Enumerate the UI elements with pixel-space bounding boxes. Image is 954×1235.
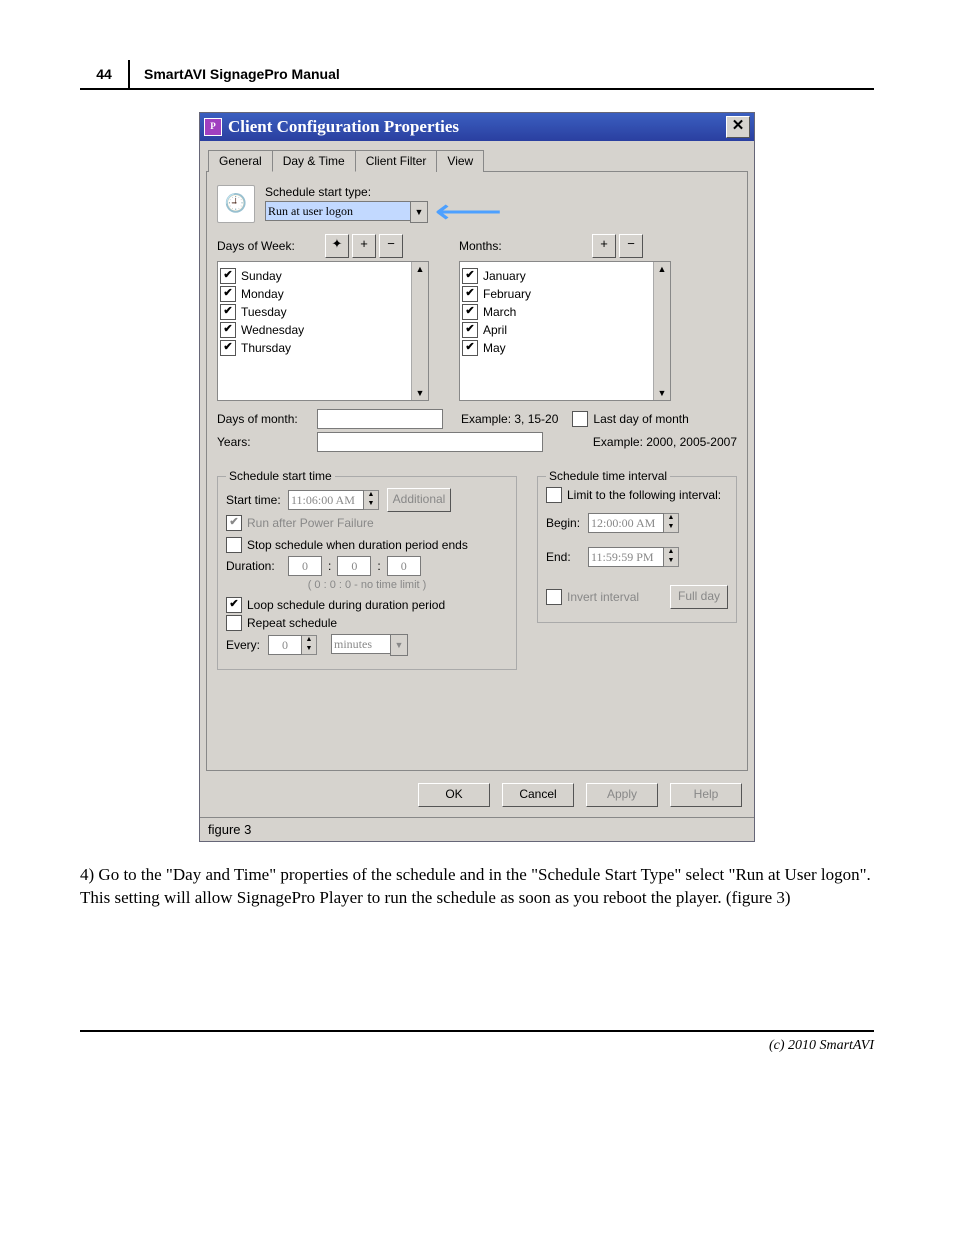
month-april[interactable]: ✔April bbox=[462, 322, 651, 338]
end-label: End: bbox=[546, 550, 588, 564]
loop-schedule-checkbox[interactable]: ✔Loop schedule during duration period bbox=[226, 597, 508, 613]
month-january[interactable]: ✔January bbox=[462, 268, 651, 284]
scroll-down-icon[interactable]: ▼ bbox=[416, 388, 425, 398]
app-icon: P bbox=[204, 118, 222, 136]
invert-interval-checkbox[interactable]: Invert interval bbox=[546, 589, 639, 605]
apply-button[interactable]: Apply bbox=[586, 783, 658, 807]
dialog-button-row: OK Cancel Apply Help bbox=[200, 777, 754, 817]
days-of-week-label: Days of Week: bbox=[217, 239, 322, 253]
dropdown-icon[interactable]: ▼ bbox=[410, 201, 428, 223]
dropdown-icon[interactable]: ▼ bbox=[390, 634, 408, 656]
screenshot: P Client Configuration Properties ✕ Gene… bbox=[199, 112, 755, 842]
cancel-button[interactable]: Cancel bbox=[502, 783, 574, 807]
page-header: 44 SmartAVI SignagePro Manual bbox=[80, 60, 874, 90]
day-wednesday[interactable]: ✔Wednesday bbox=[220, 322, 409, 338]
day-tuesday[interactable]: ✔Tuesday bbox=[220, 304, 409, 320]
duration-m-input[interactable] bbox=[337, 556, 371, 576]
days-deselect-all-button[interactable]: − bbox=[379, 234, 403, 258]
hint-arrow-icon: ⟵ bbox=[434, 205, 502, 219]
month-may[interactable]: ✔May bbox=[462, 340, 651, 356]
days-scrollbar[interactable]: ▲▼ bbox=[411, 262, 428, 400]
begin-time-input[interactable]: ▲▼ bbox=[588, 513, 679, 533]
months-label: Months: bbox=[459, 239, 589, 253]
schedule-start-type-value[interactable] bbox=[265, 201, 410, 221]
scroll-up-icon[interactable]: ▲ bbox=[416, 264, 425, 274]
wizard-button[interactable]: ✦ bbox=[325, 234, 349, 258]
tab-strip: General Day & Time Client Filter View bbox=[200, 141, 754, 171]
every-label: Every: bbox=[226, 638, 268, 652]
scroll-up-icon[interactable]: ▲ bbox=[658, 264, 667, 274]
years-label: Years: bbox=[217, 435, 317, 449]
scroll-down-icon[interactable]: ▼ bbox=[658, 388, 667, 398]
schedule-time-interval-legend: Schedule time interval bbox=[546, 469, 670, 483]
begin-label: Begin: bbox=[546, 516, 588, 530]
duration-s-input[interactable] bbox=[387, 556, 421, 576]
dialog-window: P Client Configuration Properties ✕ Gene… bbox=[199, 112, 755, 842]
no-time-limit-label: ( 0 : 0 : 0 - no time limit ) bbox=[226, 579, 508, 591]
duration-label: Duration: bbox=[226, 559, 288, 573]
every-value-input[interactable]: ▲▼ bbox=[268, 635, 317, 655]
limit-interval-checkbox[interactable]: Limit to the following interval: bbox=[546, 487, 728, 503]
last-day-of-month-checkbox[interactable]: Last day of month bbox=[572, 411, 688, 427]
years-input[interactable] bbox=[317, 432, 543, 452]
schedule-start-time-legend: Schedule start time bbox=[226, 469, 335, 483]
figure-caption: 4) Go to the "Day and Time" properties o… bbox=[80, 864, 874, 910]
months-scrollbar[interactable]: ▲▼ bbox=[653, 262, 670, 400]
days-of-month-input[interactable] bbox=[317, 409, 443, 429]
stop-schedule-checkbox[interactable]: Stop schedule when duration period ends bbox=[226, 537, 508, 553]
start-time-input[interactable]: ▲▼ bbox=[288, 490, 379, 510]
schedule-icon: 🕘 bbox=[217, 185, 255, 223]
window-title: Client Configuration Properties bbox=[228, 117, 459, 137]
months-deselect-all-button[interactable]: − bbox=[619, 234, 643, 258]
day-thursday[interactable]: ✔Thursday bbox=[220, 340, 409, 356]
spinner-icon[interactable]: ▲▼ bbox=[302, 635, 317, 655]
month-february[interactable]: ✔February bbox=[462, 286, 651, 302]
days-of-month-example: Example: 3, 15-20 bbox=[461, 412, 558, 426]
tab-panel: 🕘 Schedule start type: ▼ ⟵ bbox=[206, 171, 748, 771]
additional-button[interactable]: Additional bbox=[387, 488, 451, 512]
schedule-start-time-group: Schedule start time Start time: ▲▼ Addit… bbox=[217, 476, 517, 670]
tab-view[interactable]: View bbox=[436, 150, 484, 172]
full-day-button[interactable]: Full day bbox=[670, 585, 728, 609]
duration-h-input[interactable] bbox=[288, 556, 322, 576]
months-listbox[interactable]: ✔January ✔February ✔March ✔April ✔May ▲▼ bbox=[459, 261, 671, 401]
month-march[interactable]: ✔March bbox=[462, 304, 651, 320]
years-example: Example: 2000, 2005-2007 bbox=[593, 435, 737, 449]
day-monday[interactable]: ✔Monday bbox=[220, 286, 409, 302]
help-button[interactable]: Help bbox=[670, 783, 742, 807]
close-button[interactable]: ✕ bbox=[726, 116, 750, 138]
months-select-all-button[interactable]: + bbox=[592, 234, 616, 258]
spinner-icon[interactable]: ▲▼ bbox=[664, 547, 679, 567]
tab-day-and-time[interactable]: Day & Time bbox=[272, 150, 356, 172]
day-sunday[interactable]: ✔Sunday bbox=[220, 268, 409, 284]
page-number: 44 bbox=[80, 60, 130, 88]
repeat-schedule-checkbox[interactable]: Repeat schedule bbox=[226, 615, 508, 631]
days-of-month-label: Days of month: bbox=[217, 412, 317, 426]
schedule-start-type-row: 🕘 Schedule start type: ▼ ⟵ bbox=[217, 185, 737, 223]
manual-title: SmartAVI SignagePro Manual bbox=[130, 60, 340, 88]
tab-general[interactable]: General bbox=[208, 150, 273, 172]
run-after-power-failure-checkbox[interactable]: ✔Run after Power Failure bbox=[226, 515, 508, 531]
titlebar: P Client Configuration Properties ✕ bbox=[200, 113, 754, 141]
start-time-label: Start time: bbox=[226, 493, 288, 507]
status-bar: figure 3 bbox=[200, 817, 754, 841]
ok-button[interactable]: OK bbox=[418, 783, 490, 807]
page-footer: (c) 2010 SmartAVI bbox=[80, 1030, 874, 1054]
spinner-icon[interactable]: ▲▼ bbox=[364, 490, 379, 510]
schedule-start-type-combo[interactable]: ▼ bbox=[265, 201, 428, 223]
spinner-icon[interactable]: ▲▼ bbox=[664, 513, 679, 533]
schedule-time-interval-group: Schedule time interval Limit to the foll… bbox=[537, 476, 737, 623]
days-listbox[interactable]: ✔Sunday ✔Monday ✔Tuesday ✔Wednesday ✔Thu… bbox=[217, 261, 429, 401]
tab-client-filter[interactable]: Client Filter bbox=[355, 150, 438, 172]
end-time-input[interactable]: ▲▼ bbox=[588, 547, 679, 567]
every-unit-combo[interactable]: ▼ bbox=[331, 634, 408, 656]
days-select-all-button[interactable]: + bbox=[352, 234, 376, 258]
